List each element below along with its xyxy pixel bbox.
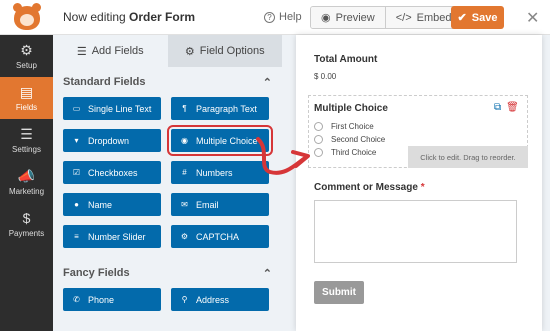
field-type-icon: ☑: [72, 168, 81, 177]
tab-field-options[interactable]: ⚙ Field Options: [167, 35, 282, 67]
radio-icon: [314, 148, 323, 157]
field-button-label: Numbers: [196, 167, 233, 178]
field-tools: ⧉ 🗑: [494, 102, 519, 113]
list-icon: ☰: [76, 45, 87, 58]
top-bar: Now editing Order Form ? Help ◉ Preview </…: [0, 0, 550, 35]
close-icon[interactable]: ✕: [526, 8, 539, 28]
field-button-label: CAPTCHA: [196, 231, 240, 242]
standard-fields-header[interactable]: Standard Fields ⌃: [53, 67, 282, 97]
standard-fields-grid: ▭ Single Line Text ¶ Paragraph Text ▾ Dropdow…: [53, 97, 282, 248]
field-button-label: Single Line Text: [88, 103, 152, 114]
field-button-address[interactable]: ⚲ Address: [171, 288, 269, 311]
submit-button[interactable]: Submit: [314, 281, 364, 304]
field-type-icon: ⚲: [181, 295, 188, 304]
sidebar-item-marketing[interactable]: 📣 Marketing: [0, 161, 53, 203]
field-type-icon: #: [182, 168, 187, 177]
tab-add-fields[interactable]: ☰ Add Fields: [53, 35, 168, 67]
field-button-single-line-text[interactable]: ▭ Single Line Text: [63, 97, 161, 120]
chevron-up-icon: ⌃: [262, 267, 272, 280]
chevron-up-icon: ⌃: [262, 76, 272, 89]
trash-icon[interactable]: 🗑: [506, 102, 519, 113]
field-button-email[interactable]: ✉ Email: [171, 193, 269, 216]
field-button-label: Phone: [88, 294, 115, 305]
choice-item[interactable]: First Choice: [314, 122, 374, 131]
field-button-paragraph-text[interactable]: ¶ Paragraph Text: [171, 97, 269, 120]
sidebar-item-setup[interactable]: ⚙ Setup: [0, 35, 53, 77]
duplicate-icon[interactable]: ⧉: [494, 102, 501, 113]
field-type-icon: ▾: [74, 136, 79, 145]
field-button-checkboxes[interactable]: ☑ Checkboxes: [63, 161, 161, 184]
field-type-icon: ≡: [74, 232, 79, 241]
field-type-icon: ✆: [73, 295, 80, 304]
field-button-captcha[interactable]: ⚙ CAPTCHA: [171, 225, 269, 248]
preview-button[interactable]: ◉ Preview: [311, 7, 386, 28]
choice-item[interactable]: Second Choice: [314, 135, 385, 144]
comment-textarea[interactable]: [314, 200, 517, 263]
field-button-label: Address: [196, 294, 230, 305]
panel-tabs: ☰ Add Fields ⚙ Field Options: [53, 35, 282, 67]
field-button-label: Checkboxes: [88, 167, 138, 178]
multiple-choice-label: Multiple Choice: [314, 103, 388, 114]
field-button-number-slider[interactable]: ≡ Number Slider: [63, 225, 161, 248]
field-button-label: Multiple Choice: [196, 135, 258, 146]
fields-icon: ▤: [19, 83, 34, 100]
field-button-name[interactable]: ● Name: [63, 193, 161, 216]
gear-icon: ⚙: [20, 41, 33, 58]
megaphone-icon: 📣: [17, 167, 36, 184]
sliders-icon: ⚙: [184, 45, 195, 58]
choice-item[interactable]: Third Choice: [314, 148, 376, 157]
field-button-label: Paragraph Text: [196, 103, 257, 114]
field-button-numbers[interactable]: # Numbers: [171, 161, 269, 184]
field-type-icon: ◉: [181, 136, 188, 145]
code-icon: </>: [395, 11, 412, 24]
help-button[interactable]: ? Help: [264, 11, 302, 23]
form-preview: Total Amount $ 0.00 Multiple Choice ⧉ 🗑 …: [296, 35, 542, 331]
sliders-icon: ☰: [20, 125, 33, 142]
field-type-icon: ●: [74, 200, 79, 209]
wpforms-logo: [0, 0, 53, 35]
field-button-label: Email: [196, 199, 219, 210]
field-button-multiple-choice[interactable]: ◉ Multiple Choice: [167, 125, 273, 156]
help-icon: ?: [264, 11, 275, 23]
save-button[interactable]: ✔ Save: [451, 6, 504, 29]
field-button-label: Name: [88, 199, 113, 210]
field-type-icon: ▭: [72, 104, 81, 113]
comment-label: Comment or Message *: [314, 182, 425, 193]
field-button-dropdown[interactable]: ▾ Dropdown: [63, 129, 161, 152]
preview-embed-group: ◉ Preview </> Embed: [310, 6, 463, 29]
field-type-icon: ⚙: [180, 232, 189, 241]
field-button-phone[interactable]: ✆ Phone: [63, 288, 161, 311]
total-amount-label: Total Amount: [314, 54, 378, 65]
field-type-icon: ✉: [181, 200, 188, 209]
fields-panel: ☰ Add Fields ⚙ Field Options Standard Fiel…: [53, 35, 282, 331]
radio-icon: [314, 122, 323, 131]
eye-icon: ◉: [321, 12, 331, 24]
fancy-fields-grid: ✆ Phone ⚲ Address: [53, 288, 282, 311]
sidebar-item-fields[interactable]: ▤ Fields: [0, 77, 53, 119]
field-type-icon: ¶: [182, 104, 187, 113]
dollar-icon: $: [22, 209, 31, 226]
total-amount-value: $ 0.00: [314, 72, 337, 81]
fancy-fields-header[interactable]: Fancy Fields ⌃: [53, 258, 282, 288]
field-button-label: Dropdown: [88, 135, 130, 146]
radio-icon: [314, 135, 323, 144]
sidebar-item-settings[interactable]: ☰ Settings: [0, 119, 53, 161]
form-name: Order Form: [129, 10, 196, 24]
sidebar-item-payments[interactable]: $ Payments: [0, 203, 53, 245]
check-icon: ✔: [457, 12, 467, 24]
field-button-label: Number Slider: [88, 231, 146, 242]
edit-tooltip: Click to edit. Drag to reorder.: [408, 146, 528, 168]
editing-title: Now editing Order Form: [63, 10, 196, 24]
sidebar: ⚙ Setup ▤ Fields ☰ Settings 📣 Marketing $ Pay…: [0, 35, 53, 331]
